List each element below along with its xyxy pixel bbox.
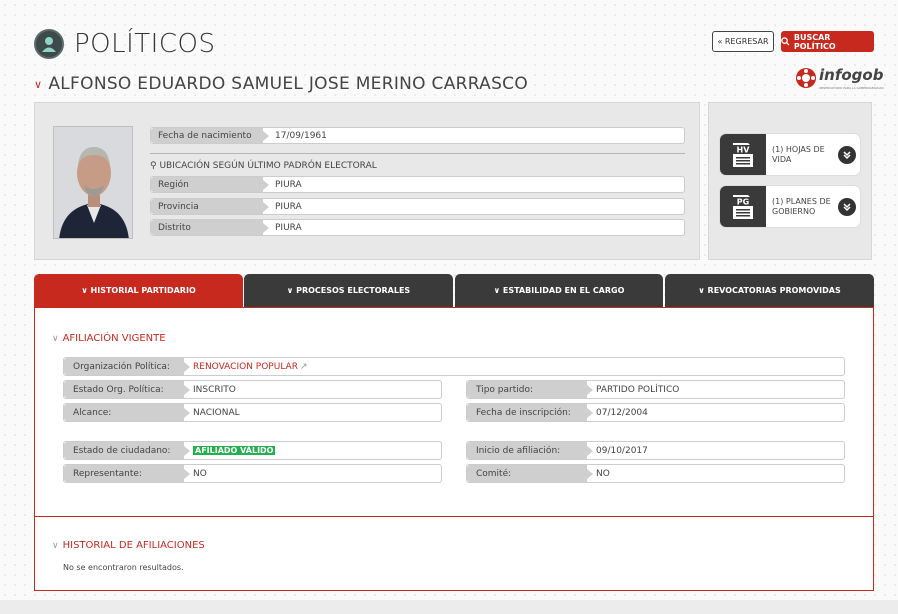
- chevron-down-icon: ∨: [698, 286, 708, 295]
- state-org-value: INSCRITO: [193, 384, 236, 395]
- search-politician-button[interactable]: BUSCAR POLÍTICO: [781, 31, 874, 52]
- external-link-icon: ↗: [299, 361, 308, 372]
- search-politician-label: BUSCAR POLÍTICO: [793, 32, 836, 51]
- birth-date-value: 17/09/1961: [275, 130, 327, 141]
- district-field: Distrito PIURA: [150, 219, 685, 236]
- infogob-logo[interactable]: infogob OBSERVATORIO PARA LA GOBERNABILI…: [795, 66, 884, 96]
- page-title: POLÍTICOS: [74, 29, 216, 59]
- org-field: Organización Política: RENOVACION POPULA…: [63, 357, 845, 376]
- footer-bar: [0, 600, 898, 614]
- chevron-down-icon: ∨: [493, 286, 503, 295]
- profile-photo: [53, 126, 133, 239]
- logo-text: infogob: [819, 66, 884, 84]
- person-name-heading: ∨ ALFONSO EDUARDO SAMUEL JOSE MERINO CAR…: [34, 74, 528, 94]
- pg-document-icon: PG: [720, 186, 766, 227]
- start-date-field: Inicio de afiliación: 09/10/2017: [466, 441, 845, 460]
- location-heading: ⚲ UBICACIÓN SEGÚN ÚLTIMO PADRÓN ELECTORA…: [150, 161, 377, 171]
- tab-content: ∨ AFILIACIÓN VIGENTE Organización Políti…: [34, 307, 874, 591]
- tab-label: HISTORIAL PARTIDARIO: [90, 286, 196, 295]
- start-date-label: Inicio de afiliación:: [467, 442, 593, 459]
- chevron-down-icon: ∨: [34, 77, 43, 91]
- government-plans-button[interactable]: PG (1) PLANES DE GOBIERNO: [719, 185, 861, 228]
- section-divider: [35, 516, 873, 517]
- birth-date-field: Fecha de nacimiento 17/09/1961: [150, 127, 685, 144]
- province-field: Provincia PIURA: [150, 198, 685, 215]
- tab-label: PROCESOS ELECTORALES: [296, 286, 411, 295]
- chevron-down-icon: [838, 197, 856, 216]
- government-plans-label: (1) PLANES DE GOBIERNO: [772, 196, 831, 216]
- logo-subtitle: OBSERVATORIO PARA LA GOBERNABILIDAD: [819, 86, 884, 90]
- svg-text:HV: HV: [737, 145, 751, 154]
- page-header: POLÍTICOS: [34, 26, 215, 62]
- tab-label: REVOCATORIAS PROMOVIDAS: [707, 286, 841, 295]
- scope-label: Alcance:: [64, 404, 190, 421]
- org-link[interactable]: RENOVACION POPULAR ↗: [184, 358, 308, 375]
- history-title: HISTORIAL DE AFILIACIONES: [62, 540, 205, 551]
- tab-revocatorias[interactable]: ∨ REVOCATORIAS PROMOVIDAS: [665, 274, 874, 307]
- chevron-down-icon: ∨: [286, 286, 297, 295]
- chevron-down-icon: ∨: [81, 286, 91, 295]
- status-badge: AFILIADO VÁLIDO: [193, 446, 276, 455]
- province-label: Provincia: [151, 199, 269, 214]
- party-type-value: PARTIDO POLÍTICO: [596, 384, 680, 395]
- search-icon: [781, 37, 790, 46]
- tab-label: ESTABILIDAD EN EL CARGO: [502, 286, 625, 295]
- reg-date-value: 07/12/2004: [596, 407, 648, 418]
- profile-panel: Fecha de nacimiento 17/09/1961 ⚲ UBICACI…: [34, 102, 700, 260]
- region-field: Región PIURA: [150, 176, 685, 193]
- party-type-field: Tipo partido: PARTIDO POLÍTICO: [466, 380, 845, 399]
- svg-text:PG: PG: [737, 197, 749, 206]
- resume-documents-label: (1) HOJAS DE VIDA: [772, 144, 825, 164]
- location-heading-text: UBICACIÓN SEGÚN ÚLTIMO PADRÓN ELECTORAL: [159, 161, 377, 171]
- region-label: Región: [151, 177, 269, 192]
- birth-date-label: Fecha de nacimiento: [151, 128, 269, 143]
- history-section-toggle[interactable]: ∨ HISTORIAL DE AFILIACIONES: [52, 540, 205, 551]
- map-pin-icon: ⚲: [150, 161, 157, 171]
- logo-mark-icon: [796, 68, 816, 88]
- scope-value: NACIONAL: [193, 407, 240, 418]
- committee-field: Comité: NO: [466, 464, 845, 483]
- divider: [150, 153, 685, 154]
- tab-bar: ∨ HISTORIAL PARTIDARIO ∨ PROCESOS ELECTO…: [34, 274, 874, 307]
- empty-state-text: No se encontraron resultados.: [63, 563, 184, 572]
- chevron-down-icon: [838, 145, 856, 164]
- back-button[interactable]: « REGRESAR: [712, 31, 774, 52]
- scope-field: Alcance: NACIONAL: [63, 403, 442, 422]
- committee-label: Comité:: [467, 465, 593, 482]
- reg-date-label: Fecha de inscripción:: [467, 404, 593, 421]
- chevron-down-icon: ∨: [52, 333, 59, 344]
- representative-label: Representante:: [64, 465, 190, 482]
- person-name: ALFONSO EDUARDO SAMUEL JOSE MERINO CARRA…: [48, 74, 529, 94]
- hv-document-icon: HV: [720, 134, 766, 175]
- citizen-state-label: Estado de ciudadano:: [64, 442, 190, 459]
- tab-estabilidad-cargo[interactable]: ∨ ESTABILIDAD EN EL CARGO: [455, 274, 663, 307]
- documents-panel: HV (1) HOJAS DE VIDA PG (1) PLANES DE GO…: [708, 102, 872, 260]
- politician-icon: [34, 29, 64, 59]
- tab-procesos-electorales[interactable]: ∨ PROCESOS ELECTORALES: [244, 274, 453, 307]
- tab-historial-partidario[interactable]: ∨ HISTORIAL PARTIDARIO: [34, 274, 243, 307]
- affiliation-section-toggle[interactable]: ∨ AFILIACIÓN VIGENTE: [52, 333, 166, 344]
- citizen-state-field: Estado de ciudadano: AFILIADO VÁLIDO: [63, 441, 442, 460]
- state-org-label: Estado Org. Política:: [64, 381, 190, 398]
- reg-date-field: Fecha de inscripción: 07/12/2004: [466, 403, 845, 422]
- start-date-value: 09/10/2017: [596, 445, 648, 456]
- district-label: Distrito: [151, 220, 269, 235]
- party-type-label: Tipo partido:: [467, 381, 593, 398]
- org-label: Organización Política:: [64, 358, 190, 375]
- org-value: RENOVACION POPULAR: [193, 361, 298, 372]
- chevron-down-icon: ∨: [52, 540, 59, 551]
- resume-documents-button[interactable]: HV (1) HOJAS DE VIDA: [719, 133, 861, 176]
- representative-field: Representante: NO: [63, 464, 442, 483]
- state-org-field: Estado Org. Política: INSCRITO: [63, 380, 442, 399]
- affiliation-title: AFILIACIÓN VIGENTE: [62, 333, 166, 344]
